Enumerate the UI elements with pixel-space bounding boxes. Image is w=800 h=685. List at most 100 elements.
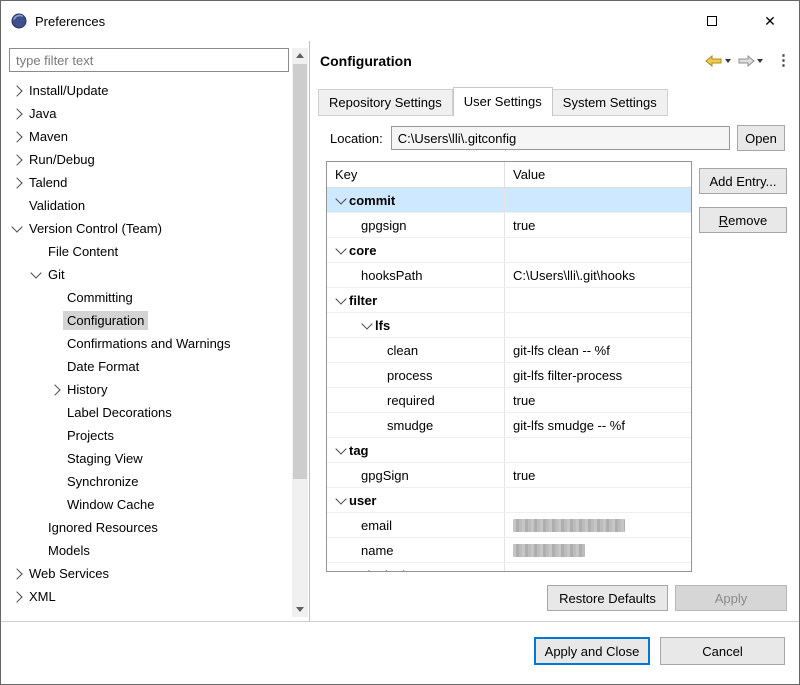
config-key-cell[interactable]: required (327, 388, 505, 412)
config-row-process[interactable]: processgit-lfs filter-process (327, 363, 691, 388)
collapse-arrow-icon[interactable] (9, 226, 25, 231)
back-button[interactable] (704, 54, 724, 68)
config-key-cell[interactable]: clean (327, 338, 505, 362)
config-key-cell[interactable]: tag (327, 438, 505, 462)
config-row-filter[interactable]: filter (327, 288, 691, 313)
collapse-arrow-icon[interactable] (28, 272, 44, 277)
config-row-user[interactable]: user (327, 488, 691, 513)
tree-item-version-control-team[interactable]: Version Control (Team) (1, 217, 291, 240)
config-value-cell[interactable]: true (505, 463, 691, 487)
open-button[interactable]: Open (737, 125, 785, 151)
config-value-cell[interactable]: true (505, 213, 691, 237)
config-key-cell[interactable]: gpgSign (327, 463, 505, 487)
expand-arrow-icon[interactable] (9, 570, 25, 578)
config-row-gpgsign[interactable]: gpgSigntrue (327, 463, 691, 488)
config-value-cell[interactable]: C:\Users\lli\.git\hooks (505, 263, 691, 287)
config-value-cell[interactable] (505, 538, 691, 562)
forward-button[interactable] (736, 54, 756, 68)
config-row-name[interactable]: name (327, 538, 691, 563)
tree-item-projects[interactable]: Projects (1, 424, 291, 447)
tab-system-settings[interactable]: System Settings (553, 89, 668, 116)
config-value-cell[interactable]: git-lfs filter-process (505, 363, 691, 387)
tree-item-java[interactable]: Java (1, 102, 291, 125)
tree-item-history[interactable]: History (1, 378, 291, 401)
config-key-cell[interactable]: signingkey (327, 563, 505, 572)
expand-arrow-icon[interactable] (9, 179, 25, 187)
apply-and-close-button[interactable]: Apply and Close (534, 637, 650, 665)
tree-item-ignored-resources[interactable]: Ignored Resources (1, 516, 291, 539)
expand-arrow-icon[interactable] (9, 156, 25, 164)
config-key-cell[interactable]: hooksPath (327, 263, 505, 287)
tree-item-models[interactable]: Models (1, 539, 291, 562)
config-value-cell[interactable] (505, 188, 691, 212)
tree-item-talend[interactable]: Talend (1, 171, 291, 194)
tree-item-configuration[interactable]: Configuration (1, 309, 291, 332)
tree-item-label-decorations[interactable]: Label Decorations (1, 401, 291, 424)
tree-item-file-content[interactable]: File Content (1, 240, 291, 263)
expand-arrow-icon[interactable] (9, 110, 25, 118)
scrollbar-up-arrow[interactable] (292, 48, 308, 63)
config-value-cell[interactable] (505, 288, 691, 312)
collapse-arrow-icon[interactable] (333, 498, 349, 503)
scrollbar-down-arrow[interactable] (292, 602, 308, 617)
tree-item-xml[interactable]: XML (1, 585, 291, 608)
config-value-cell[interactable]: true (505, 388, 691, 412)
config-key-cell[interactable]: smudge (327, 413, 505, 437)
config-row-tag[interactable]: tag (327, 438, 691, 463)
config-value-cell[interactable] (505, 238, 691, 262)
tree-item-confirmations-and-warnings[interactable]: Confirmations and Warnings (1, 332, 291, 355)
tree-item-staging-view[interactable]: Staging View (1, 447, 291, 470)
tree-item-date-format[interactable]: Date Format (1, 355, 291, 378)
column-header-value[interactable]: Value (505, 162, 691, 187)
config-key-cell[interactable]: core (327, 238, 505, 262)
forward-dropdown-icon[interactable] (757, 59, 763, 63)
tab-repository-settings[interactable]: Repository Settings (318, 89, 453, 116)
tree-item-maven[interactable]: Maven (1, 125, 291, 148)
apply-button[interactable]: Apply (675, 585, 787, 611)
scrollbar-thumb[interactable] (293, 64, 307, 479)
config-value-cell[interactable] (505, 313, 691, 337)
add-entry-button[interactable]: Add Entry... (699, 168, 787, 194)
expand-arrow-icon[interactable] (9, 87, 25, 95)
config-key-cell[interactable]: commit (327, 188, 505, 212)
config-key-cell[interactable]: lfs (327, 313, 505, 337)
tree-item-web-services[interactable]: Web Services (1, 562, 291, 585)
config-value-cell[interactable] (505, 513, 691, 537)
expand-arrow-icon[interactable] (9, 593, 25, 601)
cancel-button[interactable]: Cancel (660, 637, 785, 665)
config-value-cell[interactable] (505, 488, 691, 512)
back-dropdown-icon[interactable] (725, 59, 731, 63)
tree-item-git[interactable]: Git (1, 263, 291, 286)
tree-item-run-debug[interactable]: Run/Debug (1, 148, 291, 171)
tree-item-install-update[interactable]: Install/Update (1, 79, 291, 102)
config-key-cell[interactable]: gpgsign (327, 213, 505, 237)
config-key-cell[interactable]: email (327, 513, 505, 537)
config-row-core[interactable]: core (327, 238, 691, 263)
column-header-key[interactable]: Key (327, 162, 505, 187)
close-button[interactable]: ✕ (741, 1, 799, 41)
config-row-lfs[interactable]: lfs (327, 313, 691, 338)
config-value-cell[interactable]: git-lfs clean -- %f (505, 338, 691, 362)
config-value-cell[interactable] (505, 438, 691, 462)
tree-item-validation[interactable]: Validation (1, 194, 291, 217)
config-row-smudge[interactable]: smudgegit-lfs smudge -- %f (327, 413, 691, 438)
config-row-commit[interactable]: commit (327, 188, 691, 213)
config-row-signingkey[interactable]: signingkeyC39F0D79BD1A40E5 (327, 563, 691, 572)
expand-arrow-icon[interactable] (9, 133, 25, 141)
collapse-arrow-icon[interactable] (333, 448, 349, 453)
sidebar-scrollbar[interactable] (292, 48, 308, 617)
tree-item-window-cache[interactable]: Window Cache (1, 493, 291, 516)
restore-defaults-button[interactable]: Restore Defaults (547, 585, 668, 611)
config-key-cell[interactable]: user (327, 488, 505, 512)
tree-item-committing[interactable]: Committing (1, 286, 291, 309)
collapse-arrow-icon[interactable] (359, 323, 375, 328)
config-key-cell[interactable]: filter (327, 288, 505, 312)
config-row-clean[interactable]: cleangit-lfs clean -- %f (327, 338, 691, 363)
config-row-email[interactable]: email (327, 513, 691, 538)
config-value-cell[interactable]: C39F0D79BD1A40E5 (505, 563, 691, 572)
expand-arrow-icon[interactable] (47, 386, 63, 394)
collapse-arrow-icon[interactable] (333, 198, 349, 203)
filter-input[interactable] (9, 48, 289, 72)
config-key-cell[interactable]: process (327, 363, 505, 387)
maximize-button[interactable] (683, 1, 741, 41)
